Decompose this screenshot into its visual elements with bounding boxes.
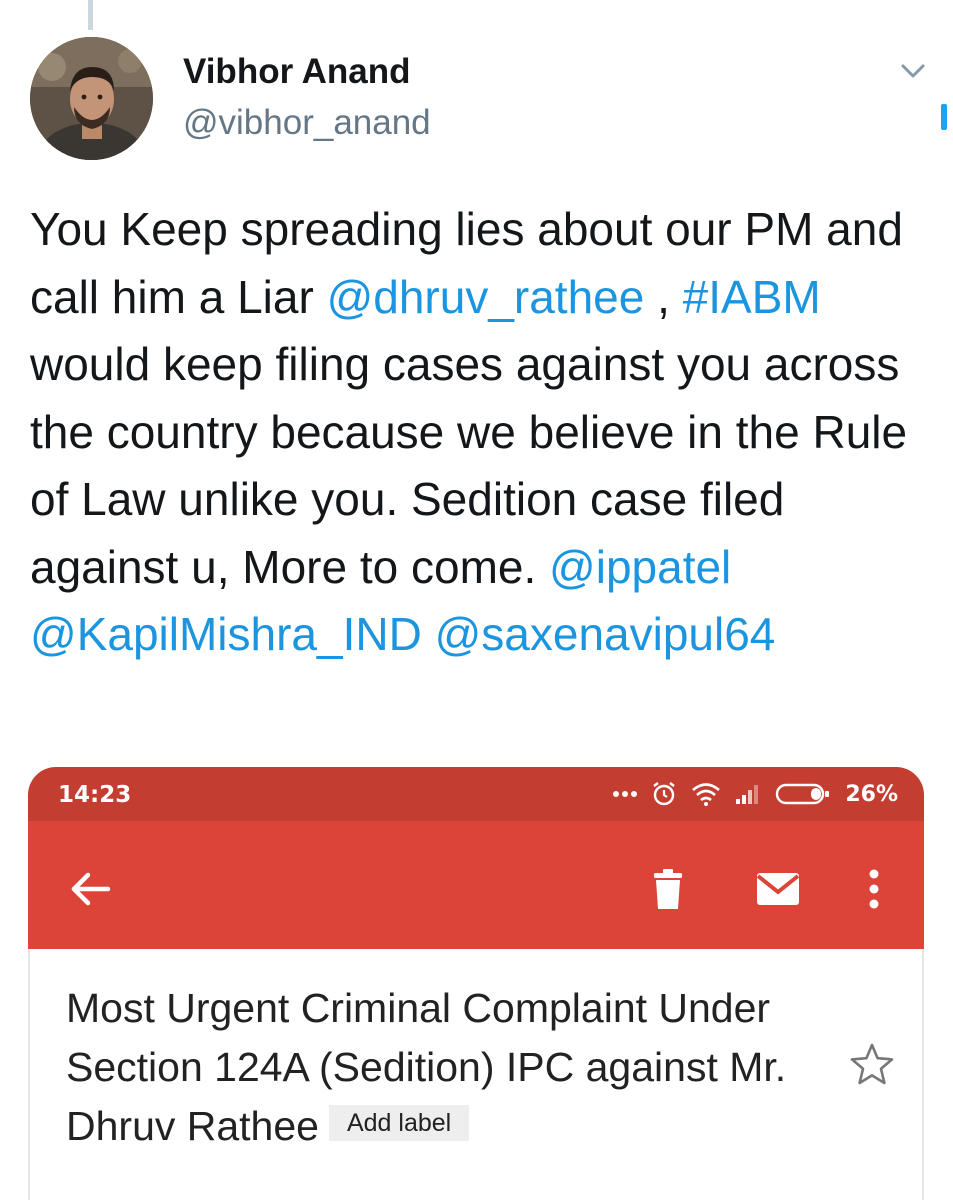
status-time: 14:23: [58, 782, 132, 808]
alarm-icon: [653, 782, 676, 806]
mention-link[interactable]: @saxenavipul64: [435, 608, 776, 660]
status-icons: 26%: [613, 779, 898, 809]
add-label-button[interactable]: Add label: [328, 1105, 470, 1142]
tweet-text-segment: ,: [644, 270, 683, 323]
scroll-indicator: [941, 104, 947, 130]
wifi-icon: [692, 783, 721, 806]
more-vert-icon[interactable]: [850, 865, 898, 913]
mention-link[interactable]: @dhruv_rathee: [327, 271, 645, 323]
tweet-text-segment: [422, 608, 435, 660]
email-card: Most Urgent Criminal Complaint Under Sec…: [28, 949, 924, 1200]
attached-image[interactable]: 14:23 26% Most Urgent Criminal Complaint…: [28, 767, 924, 1200]
email-subject: Most Urgent Criminal Complaint Under Sec…: [66, 979, 826, 1156]
star-outline-icon[interactable]: [848, 1041, 896, 1089]
tweet-text-segment: would keep filing cases against you acro…: [30, 338, 908, 593]
tweet-screenshot: Vibhor Anand @vibhor_anand You Keep spre…: [0, 0, 953, 1200]
author-handle[interactable]: @vibhor_anand: [183, 103, 431, 143]
signal-icon: [736, 785, 759, 804]
tweet-text: You Keep spreading lies about our PM and…: [30, 196, 935, 669]
mail-icon[interactable]: [754, 865, 802, 913]
more-horiz-icon: [613, 791, 638, 797]
app-bar: [28, 821, 924, 949]
chevron-down-icon[interactable]: [895, 58, 931, 84]
status-bar: 14:23 26%: [28, 767, 924, 821]
avatar-photo: [30, 37, 153, 160]
hashtag-link[interactable]: #IABM: [683, 271, 821, 323]
battery-percent: 26%: [845, 781, 898, 807]
battery-icon: [776, 783, 830, 805]
delete-icon[interactable]: [644, 865, 692, 913]
author-name[interactable]: Vibhor Anand: [183, 52, 411, 92]
arrow-back-icon[interactable]: [66, 865, 114, 913]
mention-link[interactable]: @KapilMishra_IND: [30, 608, 422, 660]
avatar[interactable]: [30, 37, 153, 160]
thread-connector-line: [88, 0, 93, 30]
mention-link[interactable]: @ippatel: [549, 541, 731, 593]
